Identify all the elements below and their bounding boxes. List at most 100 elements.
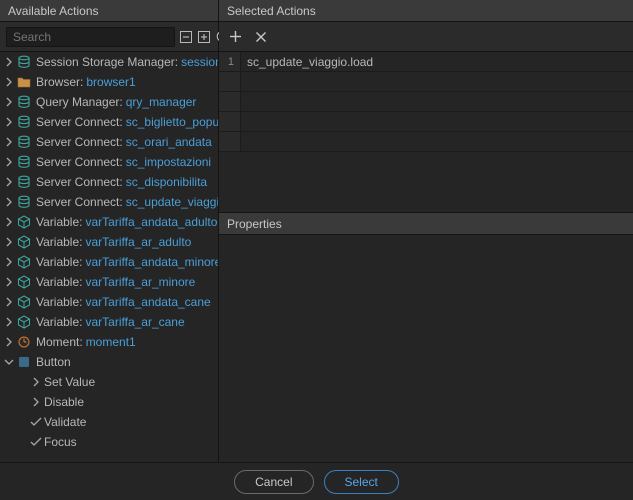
tree-item-label: Variable: — [36, 315, 82, 329]
chevron-right-icon[interactable] — [2, 157, 16, 167]
properties-panel: Properties — [219, 212, 633, 235]
tree-item-value: varTariffa_ar_minore — [85, 275, 195, 289]
item-type-icon — [16, 74, 32, 90]
tree-child-label: Focus — [44, 435, 77, 449]
chevron-right-icon[interactable] — [2, 117, 16, 127]
actions-tree[interactable]: Session Storage Manager:session_managerB… — [0, 52, 218, 462]
tree-item[interactable]: Server Connect:sc_disponibilita — [0, 172, 218, 192]
tree-item[interactable]: Server Connect:sc_update_viaggio — [0, 192, 218, 212]
chevron-right-icon[interactable] — [2, 317, 16, 327]
expand-all-icon[interactable] — [197, 28, 211, 46]
tree-item-label: Variable: — [36, 235, 82, 249]
tree-item[interactable]: Variable:varTariffa_ar_cane — [0, 312, 218, 332]
tree-child-item[interactable]: Validate — [0, 412, 218, 432]
add-action-icon[interactable] — [227, 29, 243, 45]
item-type-icon — [16, 254, 32, 270]
tree-item-label: Session Storage Manager: — [36, 55, 178, 69]
tree-item-label: Variable: — [36, 275, 82, 289]
tree-item-value: varTariffa_andata_minore — [85, 255, 218, 269]
tree-item-value: sc_disponibilita — [126, 175, 207, 189]
tree-item-value: varTariffa_andata_cane — [85, 295, 210, 309]
selected-actions-list[interactable]: 1 sc_update_viaggio.load — [219, 52, 633, 152]
tree-child-item[interactable]: Disable — [0, 392, 218, 412]
selected-action-row[interactable] — [219, 112, 633, 132]
chevron-right-icon — [28, 377, 44, 387]
chevron-right-icon[interactable] — [2, 77, 16, 87]
chevron-right-icon — [28, 397, 44, 407]
chevron-right-icon[interactable] — [2, 97, 16, 107]
tree-item-label: Server Connect: — [36, 135, 123, 149]
tree-child-item[interactable]: Focus — [0, 432, 218, 452]
tree-child-item[interactable]: Set Value — [0, 372, 218, 392]
item-type-icon — [16, 174, 32, 190]
tree-item[interactable]: Button — [0, 352, 218, 372]
tree-item[interactable]: Variable:varTariffa_andata_cane — [0, 292, 218, 312]
chevron-right-icon[interactable] — [2, 277, 16, 287]
item-type-icon — [16, 354, 32, 370]
tree-item[interactable]: Variable:varTariffa_andata_minore — [0, 252, 218, 272]
chevron-right-icon[interactable] — [2, 337, 16, 347]
row-number: 1 — [219, 52, 241, 71]
chevron-right-icon[interactable] — [2, 297, 16, 307]
item-type-icon — [16, 94, 32, 110]
tree-item[interactable]: Variable:varTariffa_ar_minore — [0, 272, 218, 292]
tree-item[interactable]: Variable:varTariffa_andata_adulto — [0, 212, 218, 232]
tree-item[interactable]: Moment:moment1 — [0, 332, 218, 352]
item-type-icon — [16, 54, 32, 70]
chevron-right-icon[interactable] — [2, 217, 16, 227]
tree-item-value: varTariffa_andata_adulto — [85, 215, 217, 229]
tree-item-value: session_manager — [181, 55, 218, 69]
tree-item-value: sc_biglietto_populate — [126, 115, 218, 129]
tree-item-value: browser1 — [86, 75, 135, 89]
tree-item-label: Server Connect: — [36, 115, 123, 129]
chevron-right-icon[interactable] — [2, 57, 16, 67]
item-type-icon — [16, 134, 32, 150]
item-type-icon — [16, 154, 32, 170]
tree-item-label: Server Connect: — [36, 195, 123, 209]
tree-item[interactable]: Session Storage Manager:session_manager — [0, 52, 218, 72]
chevron-right-icon[interactable] — [2, 177, 16, 187]
tree-item-label: Server Connect: — [36, 175, 123, 189]
selected-actions-toolbar — [219, 22, 633, 52]
tree-item[interactable]: Query Manager:qry_manager — [0, 92, 218, 112]
chevron-right-icon[interactable] — [2, 237, 16, 247]
chevron-right-icon[interactable] — [2, 137, 16, 147]
selected-actions-panel: Selected Actions 1 sc_update_viaggio.loa… — [219, 0, 633, 462]
select-button[interactable]: Select — [324, 470, 399, 494]
tree-item-label: Query Manager: — [36, 95, 123, 109]
tree-item-value: varTariffa_ar_cane — [85, 315, 184, 329]
available-actions-panel: Available Actions Session Storage Manage… — [0, 0, 219, 462]
chevron-right-icon[interactable] — [2, 197, 16, 207]
collapse-all-icon[interactable] — [179, 28, 193, 46]
tree-item-label: Button — [36, 355, 71, 369]
remove-action-icon[interactable] — [253, 29, 269, 45]
selected-action-row[interactable] — [219, 92, 633, 112]
tree-child-label: Set Value — [44, 375, 95, 389]
selected-actions-title: Selected Actions — [219, 0, 633, 22]
selected-action-row[interactable] — [219, 132, 633, 152]
tree-item-label: Variable: — [36, 215, 82, 229]
tree-child-label: Validate — [44, 415, 86, 429]
tree-item[interactable]: Server Connect:sc_biglietto_populate — [0, 112, 218, 132]
tree-item[interactable]: Server Connect:sc_impostazioni — [0, 152, 218, 172]
item-type-icon — [16, 334, 32, 350]
row-value: sc_update_viaggio.load — [241, 55, 373, 69]
chevron-right-icon[interactable] — [2, 257, 16, 267]
cancel-button[interactable]: Cancel — [234, 470, 313, 494]
tree-item-label: Server Connect: — [36, 155, 123, 169]
available-actions-title: Available Actions — [0, 0, 218, 22]
tree-item-label: Moment: — [36, 335, 83, 349]
chevron-down-icon[interactable] — [2, 358, 16, 366]
item-type-icon — [16, 194, 32, 210]
selected-action-row[interactable] — [219, 72, 633, 92]
dialog-footer: Cancel Select — [0, 462, 633, 500]
tree-item[interactable]: Browser:browser1 — [0, 72, 218, 92]
check-icon — [28, 437, 44, 447]
item-type-icon — [16, 114, 32, 130]
item-type-icon — [16, 274, 32, 290]
tree-item-value: sc_orari_andata — [126, 135, 212, 149]
search-input[interactable] — [6, 27, 175, 47]
tree-item[interactable]: Variable:varTariffa_ar_adulto — [0, 232, 218, 252]
tree-item[interactable]: Server Connect:sc_orari_andata — [0, 132, 218, 152]
selected-action-row[interactable]: 1 sc_update_viaggio.load — [219, 52, 633, 72]
